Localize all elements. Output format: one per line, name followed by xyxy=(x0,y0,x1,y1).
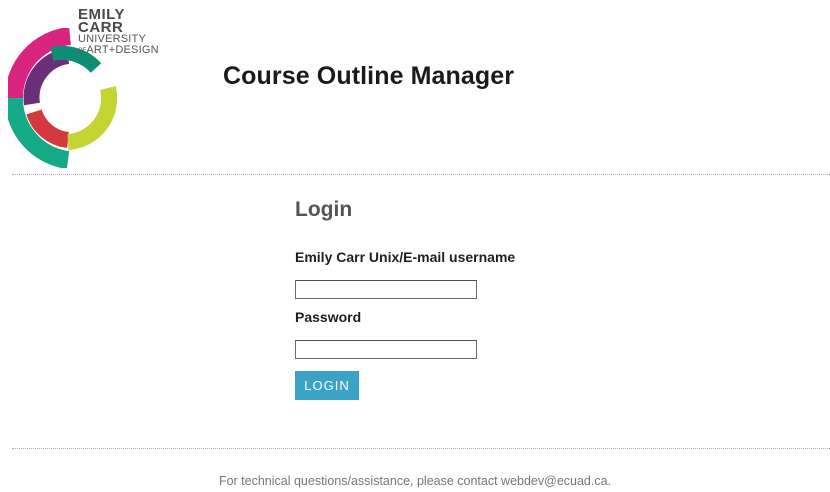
university-logo: EMILY CARR UNIVERSITY OFART+DESIGN xyxy=(8,7,178,168)
login-button[interactable]: LOGIN xyxy=(295,371,359,400)
login-heading: Login xyxy=(295,198,353,221)
username-input[interactable] xyxy=(295,280,477,299)
password-label: Password xyxy=(295,309,362,325)
footer-contact-text: For technical questions/assistance, plea… xyxy=(218,474,612,488)
password-input[interactable] xyxy=(295,340,477,359)
logo-line-art-design: OFART+DESIGN xyxy=(78,45,159,57)
top-divider xyxy=(12,174,830,175)
bottom-divider xyxy=(12,448,830,449)
logo-line-art-design-text: ART+DESIGN xyxy=(86,44,159,56)
logo-wordmark: EMILY CARR UNIVERSITY OFART+DESIGN xyxy=(78,7,159,57)
page-title: Course Outline Manager xyxy=(223,62,515,90)
username-label: Emily Carr Unix/E-mail username xyxy=(295,249,516,265)
